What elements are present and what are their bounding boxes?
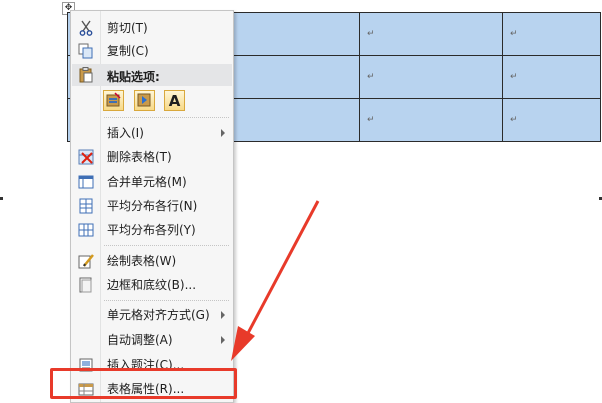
annotation-arrow xyxy=(231,200,320,361)
